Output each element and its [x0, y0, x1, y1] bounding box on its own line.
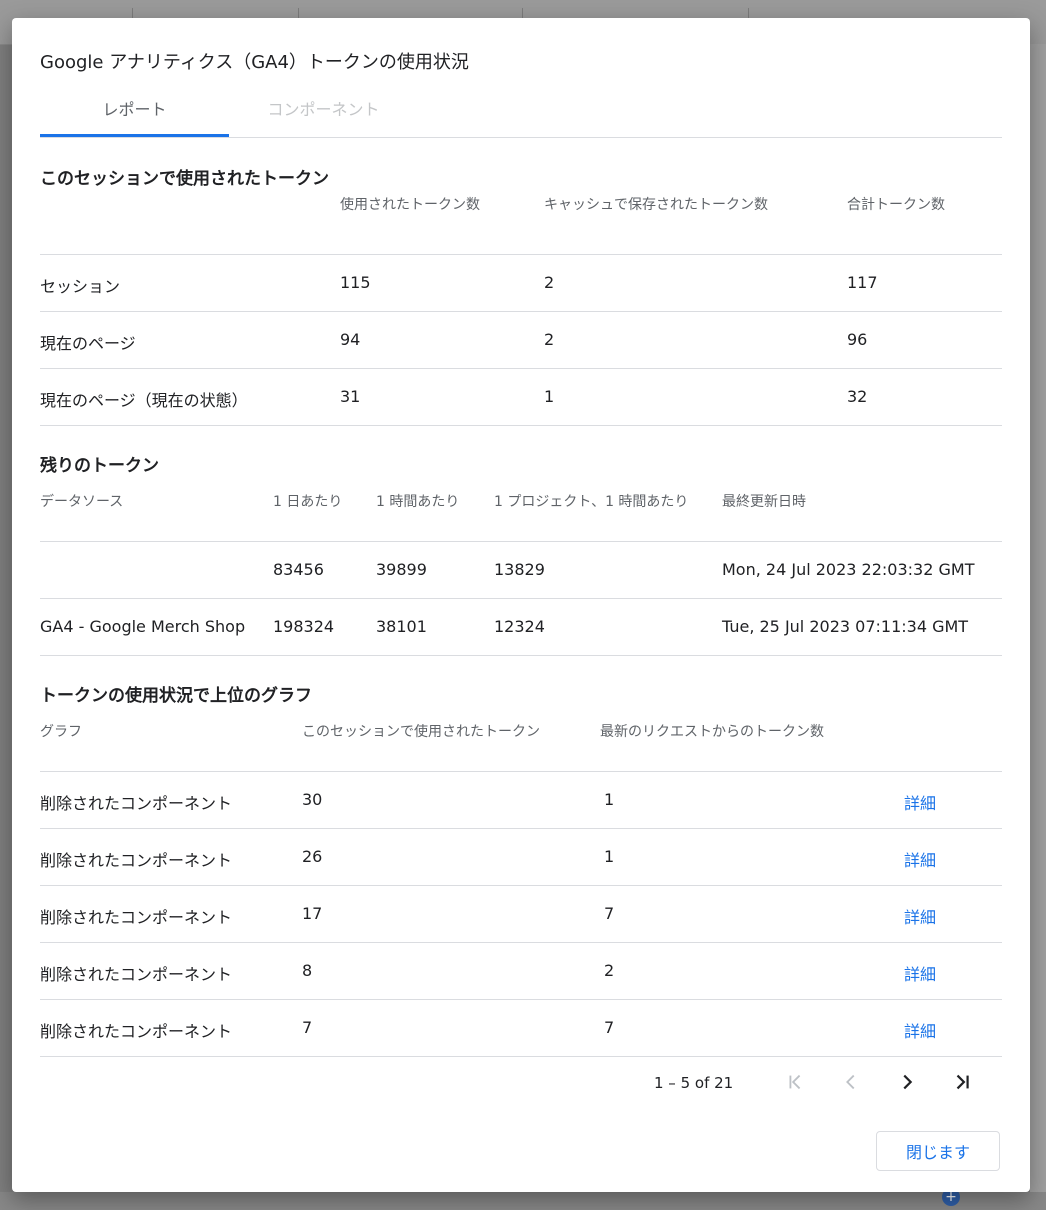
column-header: 合計トークン数 — [847, 197, 945, 213]
table-header: グラフ このセッションで使用されたトークン 最新のリクエストからのトークン数 — [40, 711, 1002, 772]
pagination: 1 – 5 of 21 — [40, 1058, 1002, 1108]
previous-page-button[interactable] — [833, 1064, 869, 1100]
background-properties-panel — [1030, 44, 1046, 1210]
table-header: 使用されたトークン数 キャッシュで保存されたトークン数 合計トークン数 — [40, 170, 1002, 255]
page-range-text: 1 – 5 of 21 — [654, 1074, 734, 1092]
chart-name: 削除されたコンポーネント — [40, 851, 233, 870]
first-page-button[interactable] — [777, 1064, 813, 1100]
session-tokens-table: 使用されたトークン数 キャッシュで保存されたトークン数 合計トークン数 セッショ… — [40, 170, 1002, 426]
cached-tokens-value: 2 — [544, 273, 555, 292]
chart-name: 削除されたコンポーネント — [40, 965, 233, 984]
details-link[interactable]: 詳細 — [904, 904, 936, 928]
per-hour-value: 39899 — [376, 560, 427, 579]
used-tokens-value: 31 — [340, 387, 361, 406]
latest-request-tokens-value: 1 — [604, 847, 615, 866]
column-header: キャッシュで保存されたトークン数 — [544, 197, 768, 213]
details-link[interactable]: 詳細 — [904, 961, 936, 985]
last-updated-value: Tue, 25 Jul 2023 07:11:34 GMT — [722, 617, 969, 636]
previous-page-icon — [846, 1074, 855, 1090]
session-tokens-value: 30 — [302, 790, 323, 809]
per-project-hour-value: 13829 — [494, 560, 545, 579]
per-day-value: 83456 — [273, 560, 324, 579]
cached-tokens-value: 1 — [544, 387, 555, 406]
details-link[interactable]: 詳細 — [904, 790, 936, 814]
details-link[interactable]: 詳細 — [904, 847, 936, 871]
last-page-icon — [956, 1074, 969, 1090]
table-row: 現在のページ（現在の状態） 31 1 32 — [40, 369, 1002, 426]
top-charts-title: トークンの使用状況で上位のグラフ — [40, 686, 312, 706]
chart-name: 削除されたコンポーネント — [40, 908, 233, 927]
latest-request-tokens-value: 2 — [604, 961, 615, 980]
total-tokens-value: 96 — [847, 330, 868, 349]
per-project-hour-value: 12324 — [494, 617, 545, 636]
tab-components[interactable]: コンポーネント — [229, 98, 418, 136]
background-bottom-area — [0, 1192, 1046, 1210]
table-header: データソース 1 日あたり 1 時間あたり 1 プロジェクト、1 時間あたり 最… — [40, 481, 1002, 542]
remaining-tokens-table: データソース 1 日あたり 1 時間あたり 1 プロジェクト、1 時間あたり 最… — [40, 481, 1002, 656]
total-tokens-value: 117 — [847, 273, 878, 292]
latest-request-tokens-value: 1 — [604, 790, 615, 809]
column-header: 1 時間あたり — [376, 494, 460, 510]
column-header: 使用されたトークン数 — [340, 197, 480, 213]
column-header: 1 プロジェクト、1 時間あたり — [494, 494, 689, 510]
session-tokens-value: 8 — [302, 961, 313, 980]
dialog-title: Google アナリティクス（GA4）トークンの使用状況 — [40, 52, 469, 73]
column-header: 最終更新日時 — [722, 494, 806, 510]
session-tokens-value: 26 — [302, 847, 323, 866]
next-page-button[interactable] — [889, 1064, 925, 1100]
cached-tokens-value: 2 — [544, 330, 555, 349]
total-tokens-value: 32 — [847, 387, 868, 406]
next-page-icon — [903, 1074, 913, 1090]
latest-request-tokens-value: 7 — [604, 904, 615, 923]
details-link[interactable]: 詳細 — [904, 1018, 936, 1042]
tab-report[interactable]: レポート — [40, 98, 229, 137]
chart-name: 削除されたコンポーネント — [40, 794, 233, 813]
column-header: このセッションで使用されたトークン — [302, 724, 540, 740]
session-tokens-value: 7 — [302, 1018, 313, 1037]
remaining-tokens-title: 残りのトークン — [40, 456, 159, 476]
table-row: 83456 39899 13829 Mon, 24 Jul 2023 22:03… — [40, 542, 1002, 599]
per-hour-value: 38101 — [376, 617, 427, 636]
column-header: グラフ — [40, 724, 82, 740]
table-row: 削除されたコンポーネント 26 1 詳細 — [40, 829, 1002, 886]
table-row: セッション 115 2 117 — [40, 255, 1002, 312]
data-source-name: GA4 - Google Merch Shop — [40, 617, 246, 636]
table-row: GA4 - Google Merch Shop 198324 38101 123… — [40, 599, 1002, 656]
column-header: データソース — [40, 494, 124, 510]
table-row: 削除されたコンポーネント 8 2 詳細 — [40, 943, 1002, 1000]
row-label: 現在のページ（現在の状態） — [40, 391, 248, 410]
per-day-value: 198324 — [273, 617, 335, 636]
column-header: 1 日あたり — [273, 494, 343, 510]
table-row: 削除されたコンポーネント 17 7 詳細 — [40, 886, 1002, 943]
table-row: 削除されたコンポーネント 30 1 詳細 — [40, 772, 1002, 829]
close-button[interactable]: 閉じます — [876, 1131, 1000, 1171]
last-updated-value: Mon, 24 Jul 2023 22:03:32 GMT — [722, 560, 975, 579]
token-usage-dialog: Google アナリティクス（GA4）トークンの使用状況 レポート コンポーネン… — [12, 18, 1030, 1192]
chart-name: 削除されたコンポーネント — [40, 1022, 233, 1041]
dialog-tabs: レポート コンポーネント — [40, 98, 1002, 138]
table-row: 削除されたコンポーネント 7 7 詳細 — [40, 1000, 1002, 1057]
used-tokens-value: 115 — [340, 273, 371, 292]
used-tokens-value: 94 — [340, 330, 361, 349]
latest-request-tokens-value: 7 — [604, 1018, 615, 1037]
table-row: 現在のページ 94 2 96 — [40, 312, 1002, 369]
row-label: セッション — [40, 277, 121, 296]
first-page-icon — [789, 1074, 801, 1090]
column-header: 最新のリクエストからのトークン数 — [600, 724, 824, 740]
last-page-button[interactable] — [945, 1064, 981, 1100]
session-tokens-value: 17 — [302, 904, 323, 923]
top-charts-table: グラフ このセッションで使用されたトークン 最新のリクエストからのトークン数 削… — [40, 711, 1002, 1057]
row-label: 現在のページ — [40, 334, 136, 353]
